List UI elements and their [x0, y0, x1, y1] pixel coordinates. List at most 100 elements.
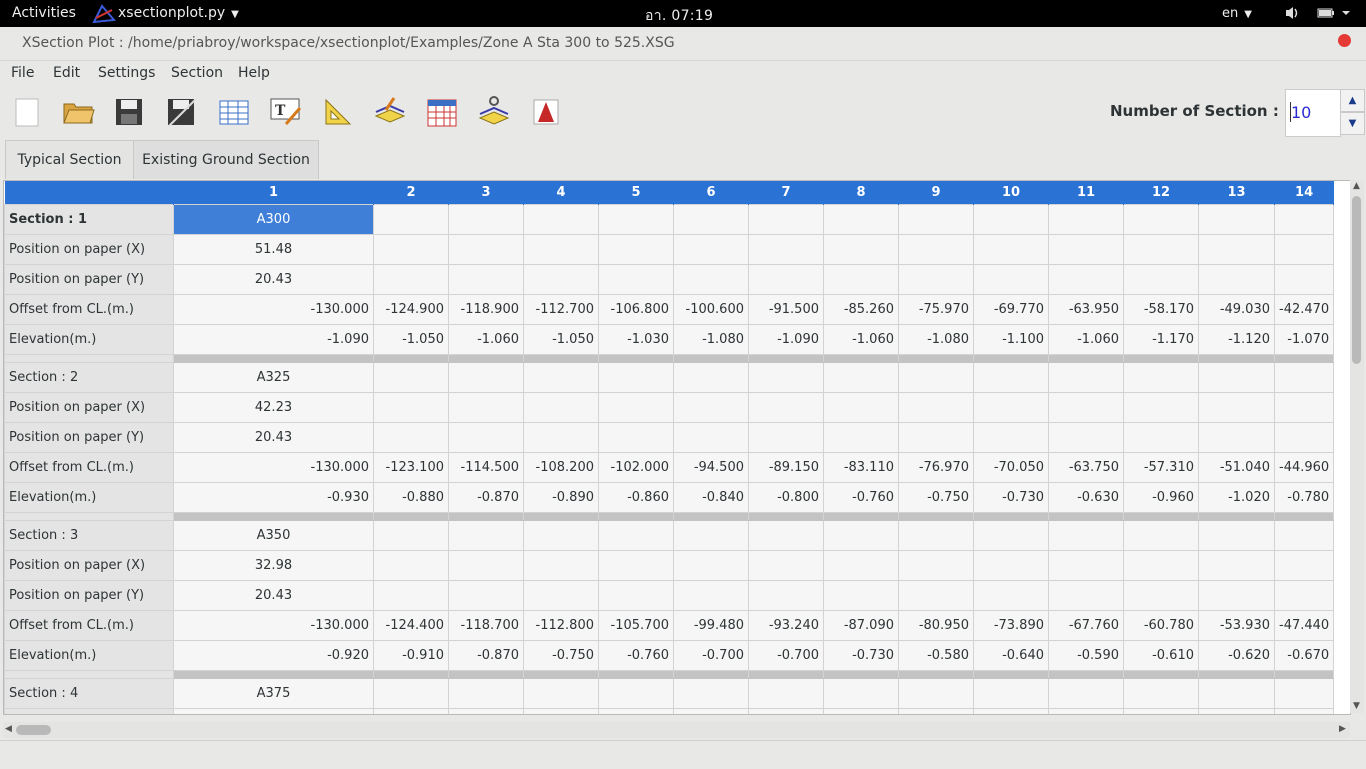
layer-edit-icon[interactable]: [372, 94, 408, 130]
grid-cell[interactable]: [973, 392, 1049, 423]
grid-cell[interactable]: [1273, 708, 1335, 714]
grid-cell[interactable]: [1048, 422, 1124, 453]
grid-cell[interactable]: -0.870: [448, 482, 524, 513]
system-status-menu[interactable]: [1284, 5, 1364, 25]
grid-cell[interactable]: [523, 392, 599, 423]
grid-cell[interactable]: [1273, 422, 1335, 453]
grid-cell[interactable]: [973, 422, 1049, 453]
tab-existing-ground-section[interactable]: Existing Ground Section: [133, 140, 319, 179]
grid-cell[interactable]: -1.050: [373, 324, 449, 355]
grid-cell[interactable]: [373, 422, 449, 453]
grid-cell[interactable]: -1.020: [1198, 482, 1275, 513]
grid-cell[interactable]: -118.700: [448, 610, 524, 641]
grid-cell[interactable]: -91.500: [748, 294, 824, 325]
row-header[interactable]: Position on paper (Y): [4, 422, 174, 453]
grid-cell[interactable]: -0.890: [523, 482, 599, 513]
grid-cell[interactable]: [1123, 392, 1199, 423]
grid-cell[interactable]: -0.670: [1273, 640, 1335, 671]
grid-cell[interactable]: [673, 580, 749, 611]
grid-cell[interactable]: -130.000: [173, 610, 374, 641]
grid-cell[interactable]: -108.200: [523, 452, 599, 483]
column-header[interactable]: 2: [373, 181, 449, 205]
grid-cell[interactable]: [1198, 550, 1275, 581]
grid-cell[interactable]: [598, 422, 674, 453]
column-header[interactable]: 7: [748, 181, 824, 205]
grid-cell[interactable]: -112.800: [523, 610, 599, 641]
grid-cell[interactable]: -58.170: [1123, 294, 1199, 325]
grid-cell[interactable]: -83.110: [823, 452, 899, 483]
grid-cell[interactable]: [373, 550, 449, 581]
grid-cell[interactable]: [748, 204, 824, 235]
grid-cell[interactable]: -0.920: [173, 640, 374, 671]
menu-edit[interactable]: Edit: [53, 65, 80, 81]
grid-cell[interactable]: -51.040: [1198, 452, 1275, 483]
grid-cell[interactable]: [1123, 550, 1199, 581]
column-header[interactable]: 10: [973, 181, 1049, 205]
grid-cell[interactable]: [823, 264, 899, 295]
grid-cell[interactable]: [598, 708, 674, 714]
grid-cell[interactable]: -0.800: [748, 482, 824, 513]
grid-cell[interactable]: [1273, 520, 1335, 551]
grid-cell[interactable]: [448, 708, 524, 714]
grid-cell[interactable]: 42.23: [173, 392, 374, 423]
scroll-up-icon[interactable]: ▲: [1353, 181, 1360, 191]
grid-cell[interactable]: [1198, 392, 1275, 423]
row-header[interactable]: Section : 4: [4, 678, 174, 709]
new-document-icon[interactable]: [9, 94, 45, 130]
row-header[interactable]: Elevation(m.): [4, 482, 174, 513]
grid-cell[interactable]: [1198, 264, 1275, 295]
grid-cell[interactable]: [523, 520, 599, 551]
grid-cell[interactable]: [973, 520, 1049, 551]
grid-cell[interactable]: [598, 678, 674, 709]
grid-cell[interactable]: -124.900: [373, 294, 449, 325]
grid-cell[interactable]: [1123, 362, 1199, 393]
grid-cell[interactable]: [1198, 678, 1275, 709]
number-of-section-input[interactable]: 10: [1285, 89, 1341, 137]
row-header[interactable]: Offset from CL.(m.): [4, 610, 174, 641]
layer-search-icon[interactable]: [476, 94, 512, 130]
grid-cell[interactable]: [823, 204, 899, 235]
grid-cell[interactable]: -0.580: [898, 640, 974, 671]
grid-cell[interactable]: [373, 362, 449, 393]
grid-cell[interactable]: -105.700: [598, 610, 674, 641]
horizontal-scroll-thumb[interactable]: [16, 725, 51, 735]
input-language-menu[interactable]: en ▼: [1222, 6, 1252, 21]
menu-help[interactable]: Help: [238, 65, 270, 81]
grid-cell[interactable]: 32.98: [173, 550, 374, 581]
grid-cell[interactable]: -42.470: [1273, 294, 1335, 325]
grid-cell[interactable]: [523, 708, 599, 714]
grid-cell[interactable]: -130.000: [173, 452, 374, 483]
grid-cell[interactable]: [973, 678, 1049, 709]
grid-cell[interactable]: -1.080: [673, 324, 749, 355]
grid-cell[interactable]: [823, 392, 899, 423]
grid-cell[interactable]: -49.030: [1198, 294, 1275, 325]
grid-cell[interactable]: -1.170: [1123, 324, 1199, 355]
grid-cell[interactable]: [973, 708, 1049, 714]
scroll-left-icon[interactable]: ◀: [5, 724, 12, 734]
grid-cell[interactable]: -0.620: [1198, 640, 1275, 671]
grid-cell[interactable]: [373, 520, 449, 551]
grid-cell[interactable]: -0.750: [523, 640, 599, 671]
grid-cell[interactable]: -0.840: [673, 482, 749, 513]
grid-cell[interactable]: -87.090: [823, 610, 899, 641]
pdf-export-icon[interactable]: [528, 94, 564, 130]
grid-cell[interactable]: [1048, 392, 1124, 423]
grid-cell[interactable]: -44.960: [1273, 452, 1335, 483]
grid-cell[interactable]: [973, 362, 1049, 393]
grid-cell[interactable]: -0.870: [448, 640, 524, 671]
grid-cell[interactable]: -1.120: [1198, 324, 1275, 355]
grid-cell[interactable]: -0.730: [973, 482, 1049, 513]
grid-cell[interactable]: -130.000: [173, 294, 374, 325]
grid-table-icon[interactable]: [424, 94, 460, 130]
grid-cell[interactable]: [673, 264, 749, 295]
grid-cell[interactable]: -0.910: [373, 640, 449, 671]
text-edit-icon[interactable]: T: [268, 94, 304, 130]
grid-cell[interactable]: [523, 422, 599, 453]
row-header[interactable]: Position on paper (Y): [4, 580, 174, 611]
activities-button[interactable]: Activities: [12, 5, 76, 21]
grid-cell[interactable]: 20.43: [173, 580, 374, 611]
grid-cell[interactable]: -100.600: [673, 294, 749, 325]
grid-cell[interactable]: -63.750: [1048, 452, 1124, 483]
row-header[interactable]: Offset from CL.(m.): [4, 452, 174, 483]
grid-cell[interactable]: [673, 422, 749, 453]
